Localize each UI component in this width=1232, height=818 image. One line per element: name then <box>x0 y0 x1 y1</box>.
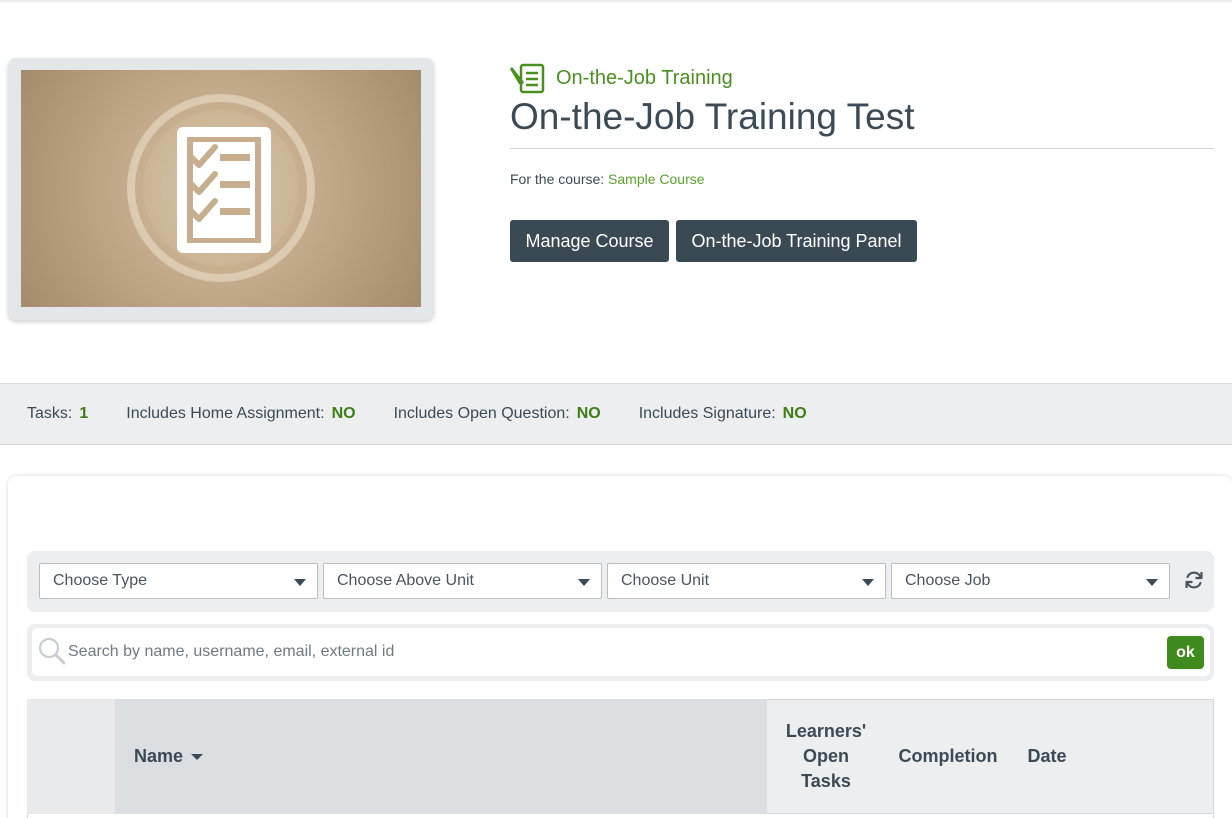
ojt-panel-button[interactable]: On-the-Job Training Panel <box>676 220 917 262</box>
page-title: On-the-Job Training Test <box>510 96 915 137</box>
course-link[interactable]: Sample Course <box>608 171 705 187</box>
column-header-name-label: Name <box>134 746 184 766</box>
course-thumbnail <box>21 70 421 307</box>
column-header-open-tasks[interactable]: Learners' Open Tasks <box>780 699 872 814</box>
type-select[interactable]: Choose Type <box>39 563 318 599</box>
table-header-select-column <box>27 699 115 814</box>
course-line: For the course: Sample Course <box>510 171 705 187</box>
chevron-down-icon <box>294 579 306 586</box>
stat-label: Includes Open Question: <box>393 405 570 422</box>
stat-tasks: Tasks: 1 <box>27 405 88 423</box>
course-thumbnail-card <box>8 58 434 320</box>
chevron-down-icon <box>862 579 874 586</box>
unit-select-value: Choose Unit <box>621 572 710 589</box>
stat-value: NO <box>576 405 601 422</box>
chevron-down-icon <box>1146 579 1158 586</box>
search-input[interactable] <box>68 636 1158 668</box>
column-header-completion[interactable]: Completion <box>892 699 1004 814</box>
stat-open-question: Includes Open Question: NO <box>394 405 601 423</box>
type-select-value: Choose Type <box>53 572 147 589</box>
stat-home-assignment: Includes Home Assignment: NO <box>126 405 355 423</box>
column-header-name[interactable]: Name <box>115 699 767 814</box>
above-unit-select[interactable]: Choose Above Unit <box>323 563 602 599</box>
course-prefix: For the course: <box>510 171 605 187</box>
stat-value: NO <box>331 405 356 422</box>
job-select-value: Choose Job <box>905 572 991 589</box>
stat-label: Includes Home Assignment: <box>126 405 325 422</box>
sort-desc-icon <box>191 753 204 760</box>
column-header-date[interactable]: Date <box>1020 699 1074 814</box>
search-icon <box>38 637 66 665</box>
stat-value: 1 <box>79 405 89 422</box>
stat-value: NO <box>782 405 807 422</box>
refresh-icon[interactable] <box>1183 569 1205 591</box>
top-shadow <box>0 0 1232 4</box>
job-select[interactable]: Choose Job <box>891 563 1170 599</box>
category-label: On-the-Job Training <box>556 66 733 89</box>
unit-select[interactable]: Choose Unit <box>607 563 886 599</box>
chevron-down-icon <box>578 579 590 586</box>
search-ok-button[interactable]: ok <box>1167 636 1204 669</box>
table-row <box>27 814 1214 818</box>
stat-label: Includes Signature: <box>638 405 776 422</box>
title-divider <box>510 148 1214 149</box>
checklist-pen-icon <box>510 63 545 94</box>
stat-signature: Includes Signature: NO <box>639 405 807 423</box>
manage-course-button[interactable]: Manage Course <box>510 220 669 262</box>
checklist-icon <box>127 94 315 282</box>
stats-bar: Tasks: 1 Includes Home Assignment: NO In… <box>0 383 1232 445</box>
stat-label: Tasks: <box>27 405 73 422</box>
above-unit-select-value: Choose Above Unit <box>337 572 474 589</box>
category-header: On-the-Job Training <box>510 62 733 94</box>
